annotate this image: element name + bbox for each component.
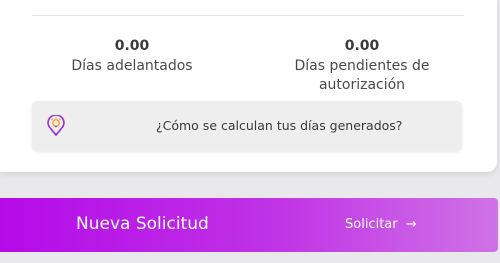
stat-pending-label-line2: autorización [318, 77, 406, 93]
stat-advanced-label: Días adelantados [71, 58, 193, 74]
days-calculation-info[interactable]: ¿Cómo se calculan tus días generados? [32, 101, 462, 151]
new-request-banner: Nueva Solicitud Solicitar → [0, 198, 498, 252]
banner-title: Nueva Solicitud [76, 214, 209, 234]
stat-advanced-value: 0.00 [114, 38, 150, 54]
stat-pending-days: 0.00 Días pendientes de autorización [262, 37, 462, 95]
request-button[interactable]: Solicitar → [345, 217, 417, 232]
summary-card: 0.00 Días adelantados 0.00 Días pendient… [0, 0, 497, 172]
divider [32, 15, 464, 16]
request-button-label: Solicitar [345, 217, 398, 232]
stat-pending-label: Días pendientes de autorización [262, 57, 462, 95]
arrow-right-icon: → [405, 217, 417, 232]
lightbulb-pin-icon [47, 115, 65, 137]
stat-pending-value: 0.00 [344, 38, 380, 54]
stat-advanced-days: 0.00 Días adelantados [32, 37, 232, 76]
stat-pending-label-line1: Días pendientes de [294, 58, 430, 74]
info-link-text[interactable]: ¿Cómo se calculan tus días generados? [156, 118, 402, 133]
